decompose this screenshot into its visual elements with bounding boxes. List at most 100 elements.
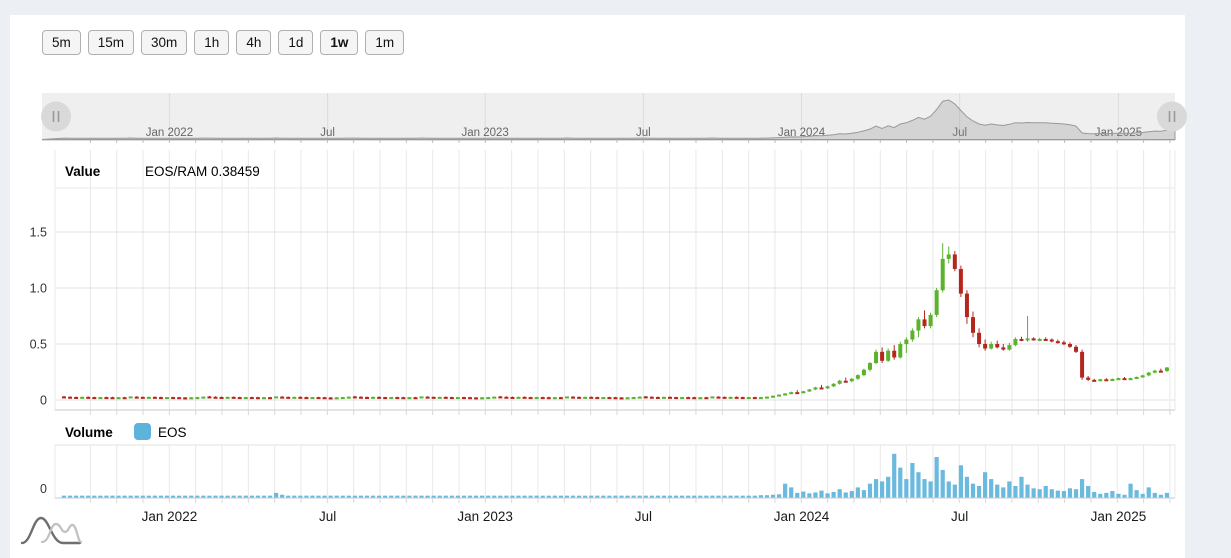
candle-body	[620, 397, 624, 399]
navigator-handle-right[interactable]	[1157, 102, 1187, 132]
candle-body	[856, 375, 860, 379]
candle-body	[317, 397, 321, 399]
candle-body	[626, 397, 630, 399]
candle-body	[656, 397, 660, 399]
candle-body	[268, 397, 272, 399]
candle-body	[826, 386, 830, 388]
axis-label: Jul	[636, 127, 651, 139]
candle-body	[735, 397, 739, 399]
candle-body	[474, 397, 478, 399]
candle-body	[923, 319, 927, 326]
candle-body	[353, 396, 357, 398]
candle-body	[468, 397, 472, 399]
candle-body	[662, 397, 666, 399]
candle-body	[1007, 345, 1011, 349]
axis-label: Jan 2023	[462, 127, 509, 139]
candle-body	[292, 397, 296, 399]
candle-body	[1098, 379, 1102, 381]
handle-circle[interactable]	[1157, 102, 1187, 132]
candle-body	[904, 340, 908, 344]
interval-button-1h[interactable]: 1h	[194, 30, 229, 55]
candle-body	[941, 259, 945, 290]
interval-button-1m[interactable]: 1m	[365, 30, 404, 55]
candle-body	[886, 351, 890, 361]
candle-body	[1165, 368, 1169, 372]
candle-body	[820, 387, 824, 389]
interval-button-1d[interactable]: 1d	[278, 30, 313, 55]
interval-button-1w[interactable]: 1w	[320, 30, 358, 55]
candle-body	[559, 397, 563, 399]
volume-legend-label: EOS	[158, 425, 187, 440]
candle-body	[456, 397, 460, 399]
candle-body	[214, 397, 218, 399]
candle-body	[492, 397, 496, 399]
candle-body	[607, 397, 611, 399]
candle-body	[862, 370, 866, 375]
axis-label: Jan 2023	[457, 509, 513, 524]
candle-body	[1013, 339, 1017, 345]
interval-button-30m[interactable]: 30m	[141, 30, 187, 55]
candle-body	[426, 397, 430, 399]
candle-body	[1129, 378, 1133, 380]
candle-body	[583, 397, 587, 399]
candle-body	[1153, 371, 1157, 373]
axis-label: 0	[40, 394, 47, 408]
candle-body	[262, 397, 266, 399]
candle-body	[953, 254, 957, 269]
axis-label: 0.5	[30, 338, 47, 352]
candle-body	[1044, 339, 1048, 341]
candle-body	[286, 397, 290, 399]
volume-panel-title: Volume	[65, 425, 113, 440]
candle-body	[777, 395, 781, 397]
interval-button-4h[interactable]: 4h	[236, 30, 271, 55]
candle-body	[1068, 344, 1072, 347]
candle-body	[377, 397, 381, 399]
candle-body	[365, 397, 369, 399]
candle-body	[704, 397, 708, 399]
candle-body	[177, 397, 181, 399]
candle-body	[74, 397, 78, 399]
candle-body	[947, 254, 951, 258]
interval-button-15m[interactable]: 15m	[88, 30, 134, 55]
candle-body	[517, 397, 521, 399]
candle-body	[1104, 379, 1108, 381]
volume-pane: 0Jan 2022JulJan 2023JulJan 2024JulJan 20…	[40, 445, 1175, 524]
candle-body	[1135, 377, 1139, 379]
candle-body	[232, 397, 236, 399]
candle-body	[632, 397, 636, 399]
value-pane: 1.51.00.50	[30, 150, 1175, 415]
candle-body	[304, 397, 308, 399]
candle-body	[1116, 378, 1120, 380]
navigator: Jan 2022JulJan 2023JulJan 2024JulJan 202…	[41, 93, 1187, 143]
candle-body	[723, 397, 727, 399]
candle-body	[644, 396, 648, 398]
candle-body	[965, 294, 969, 318]
volume-plot-area[interactable]	[55, 445, 1175, 498]
candle-body	[898, 344, 902, 357]
value-plot-area[interactable]	[55, 150, 1175, 410]
candle-body	[432, 397, 436, 399]
candle-body	[165, 397, 169, 399]
axis-label: Jan 2025	[1091, 509, 1147, 524]
candle-body	[789, 392, 793, 394]
candle-body	[383, 397, 387, 399]
candle-body	[692, 397, 696, 399]
candle-body	[1074, 347, 1078, 352]
candle-body	[959, 269, 963, 294]
interval-button-5m[interactable]: 5m	[42, 30, 81, 55]
candle-body	[310, 397, 314, 399]
handle-circle[interactable]	[41, 102, 71, 132]
candle-body	[153, 397, 157, 399]
candle-body	[1032, 338, 1036, 340]
candle-body	[450, 397, 454, 399]
candle-body	[892, 351, 896, 358]
candle-body	[274, 396, 278, 398]
axis-label: Jan 2024	[774, 509, 830, 524]
axis-label: 0	[40, 482, 47, 496]
interval-toolbar: 5m 15m 30m 1h 4h 1d 1w 1m	[42, 30, 404, 55]
stock-chart: Jan 2022JulJan 2023JulJan 2024JulJan 202…	[0, 0, 1231, 558]
candle-body	[395, 397, 399, 399]
candle-body	[686, 397, 690, 399]
candle-body	[989, 344, 993, 348]
navigator-handle-left[interactable]	[41, 102, 71, 132]
